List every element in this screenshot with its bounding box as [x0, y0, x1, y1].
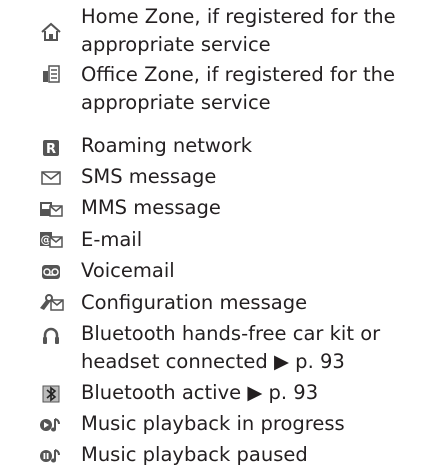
item-description-line: Home Zone, if registered for the — [81, 5, 396, 28]
bluetooth-icon — [38, 383, 64, 405]
music-paused-icon — [38, 445, 64, 467]
item-description-line: Music playback in progress — [81, 412, 345, 435]
item-description-line: Music playback paused — [81, 443, 308, 466]
email-icon: @ — [38, 229, 64, 251]
item-description-line: MMS message — [81, 196, 221, 219]
item-description-line: appropriate service — [81, 91, 271, 114]
item-description-line: Roaming network — [81, 134, 253, 157]
mms-icon — [38, 198, 64, 220]
item-description-line: Configuration message — [81, 291, 308, 314]
sms-envelope-icon — [38, 167, 64, 189]
item-description-line: Office Zone, if registered for the — [81, 63, 395, 86]
svg-text:R: R — [46, 142, 56, 157]
item-description-line: headset connected ▶ p. 93 — [81, 350, 345, 373]
voicemail-icon — [38, 261, 64, 283]
roaming-icon: R — [38, 137, 64, 159]
music-playing-icon — [38, 414, 64, 436]
headset-icon — [38, 325, 64, 347]
item-description-line: Voicemail — [81, 259, 175, 282]
office-zone-icon — [38, 63, 64, 85]
item-description-line: appropriate service — [81, 33, 271, 56]
configuration-message-icon — [38, 292, 64, 314]
item-description-line: E-mail — [81, 228, 143, 251]
status-icon-list: Home Zone, if registered for the appropr… — [0, 0, 424, 476]
item-description-line: Bluetooth active ▶ p. 93 — [81, 381, 319, 404]
item-description-line: Bluetooth hands-free car kit or — [81, 322, 381, 345]
item-description-line: SMS message — [81, 165, 217, 188]
home-zone-icon — [38, 21, 64, 43]
